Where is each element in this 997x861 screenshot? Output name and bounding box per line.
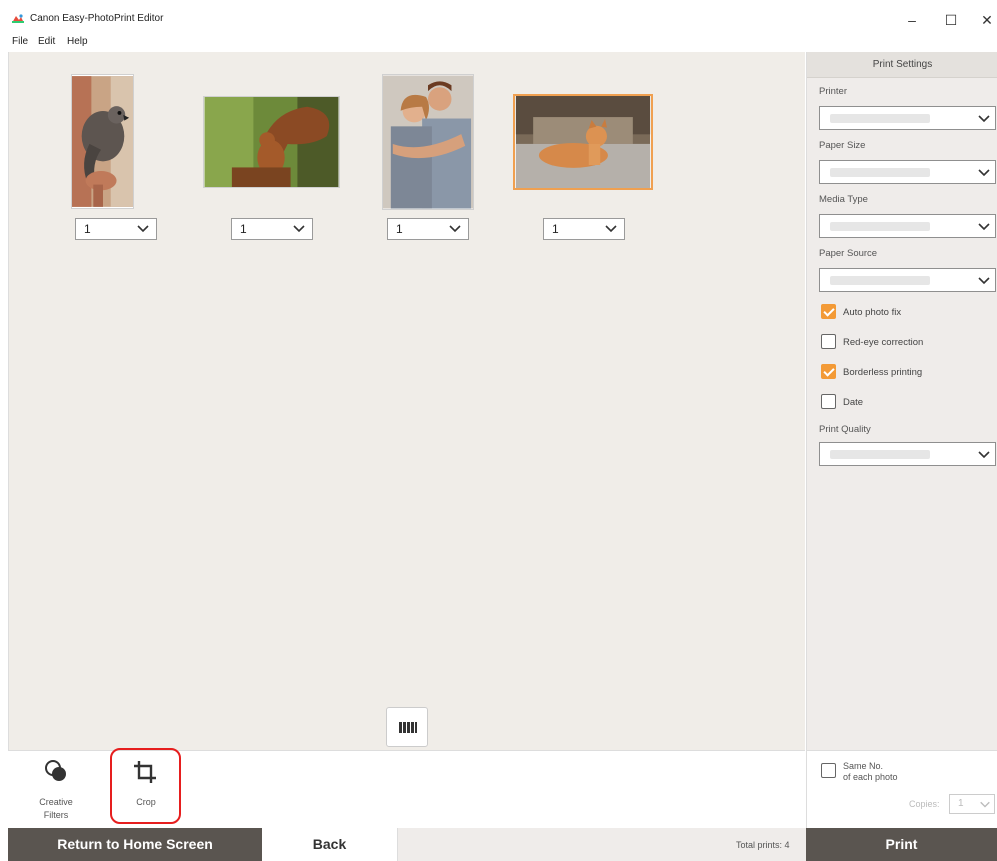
close-button[interactable]: ✕	[972, 8, 997, 32]
red-eye-correction-checkbox[interactable]	[821, 334, 836, 349]
blurred-value	[830, 450, 930, 459]
printer-label: Printer	[819, 86, 847, 97]
photo-canvas: 1 1 1 1	[8, 52, 805, 750]
chevron-down-icon	[980, 801, 990, 808]
quantity-select-cat[interactable]: 1	[543, 218, 625, 240]
same-number-panel: Same No. of each photo Copies: 1	[806, 750, 997, 828]
photo-thumbnail-couple[interactable]	[382, 74, 474, 210]
photo-thumbnail-cat[interactable]	[513, 94, 653, 190]
copies-select[interactable]: 1	[949, 794, 995, 814]
media-type-label: Media Type	[819, 194, 868, 205]
crop-button[interactable]: Crop	[118, 757, 174, 817]
app-window: Canon Easy-PhotoPrint Editor – ☐ ✕ File …	[0, 0, 997, 861]
same-number-checkbox[interactable]	[821, 763, 836, 778]
chevron-down-icon	[449, 225, 461, 233]
quantity-value: 1	[84, 222, 91, 236]
media-type-select[interactable]	[819, 214, 996, 238]
quantity-value: 1	[552, 222, 559, 236]
minimize-button[interactable]: –	[897, 8, 927, 32]
copies-value: 1	[958, 798, 964, 809]
auto-photo-fix-label: Auto photo fix	[843, 307, 902, 318]
chevron-down-icon	[978, 223, 990, 231]
title-bar: Canon Easy-PhotoPrint Editor – ☐ ✕	[0, 0, 997, 32]
paper-size-label: Paper Size	[819, 140, 866, 151]
borderless-printing-checkbox[interactable]	[821, 364, 836, 379]
total-prints: Total prints: 4	[736, 840, 790, 850]
same-number-label-2: of each photo	[843, 772, 898, 782]
blurred-value	[830, 222, 930, 231]
creative-filters-label-1: Creative	[39, 797, 73, 807]
blurred-value	[830, 168, 930, 177]
chevron-down-icon	[605, 225, 617, 233]
paper-source-label: Paper Source	[819, 248, 878, 259]
photo-thumbnail-parrot[interactable]	[71, 74, 134, 209]
parrot-photo	[72, 76, 133, 207]
back-button[interactable]: Back	[262, 828, 398, 861]
chevron-down-icon	[978, 451, 990, 459]
creative-filters-icon	[45, 760, 66, 781]
date-checkbox[interactable]	[821, 394, 836, 409]
crop-icon	[134, 761, 156, 783]
blurred-value	[830, 276, 930, 285]
bottom-bar: Return to Home Screen Back Total prints:…	[0, 828, 997, 861]
chevron-down-icon	[978, 169, 990, 177]
print-quality-select[interactable]	[819, 442, 996, 466]
red-eye-correction-label: Red-eye correction	[843, 337, 924, 348]
app-logo-icon	[12, 14, 24, 23]
window-title: Canon Easy-PhotoPrint Editor	[30, 13, 164, 24]
squirrel-photo	[204, 97, 339, 187]
quantity-select-squirrel[interactable]: 1	[231, 218, 313, 240]
auto-photo-fix-checkbox[interactable]	[821, 304, 836, 319]
same-number-label-1: Same No.	[843, 761, 884, 771]
quantity-select-parrot[interactable]: 1	[75, 218, 157, 240]
paper-source-select[interactable]	[819, 268, 996, 292]
quantity-value: 1	[240, 222, 247, 236]
crop-label: Crop	[136, 797, 156, 807]
return-home-button[interactable]: Return to Home Screen	[8, 828, 262, 861]
menu-file[interactable]: File	[12, 36, 28, 47]
printer-select[interactable]	[819, 106, 996, 130]
chevron-down-icon	[137, 225, 149, 233]
maximize-button[interactable]: ☐	[936, 8, 966, 32]
creative-filters-button[interactable]: Creative Filters	[28, 757, 84, 825]
couple-photo	[383, 75, 473, 209]
quantity-value: 1	[396, 222, 403, 236]
blurred-value	[830, 114, 930, 123]
chevron-down-icon	[978, 115, 990, 123]
creative-filters-label-2: Filters	[43, 810, 69, 820]
photo-thumbnail-squirrel[interactable]	[203, 96, 340, 188]
print-settings-panel: Print Settings Printer Paper Size Media …	[806, 52, 997, 750]
paper-size-select[interactable]	[819, 160, 996, 184]
menu-edit[interactable]: Edit	[38, 36, 55, 47]
quantity-select-couple[interactable]: 1	[387, 218, 469, 240]
view-toggle-button[interactable]	[386, 707, 428, 747]
chevron-down-icon	[978, 277, 990, 285]
print-quality-label: Print Quality	[819, 424, 871, 435]
menu-help[interactable]: Help	[67, 36, 88, 47]
date-label: Date	[843, 397, 864, 408]
cat-photo	[515, 96, 651, 188]
borderless-printing-label: Borderless printing	[843, 367, 923, 378]
copies-label: Copies:	[909, 799, 940, 809]
chevron-down-icon	[293, 225, 305, 233]
print-button[interactable]: Print	[806, 828, 997, 861]
editing-tools-bar: Creative Filters Crop	[8, 748, 805, 828]
panel-header: Print Settings	[807, 52, 997, 78]
thumbnail-view-icon	[399, 722, 417, 733]
